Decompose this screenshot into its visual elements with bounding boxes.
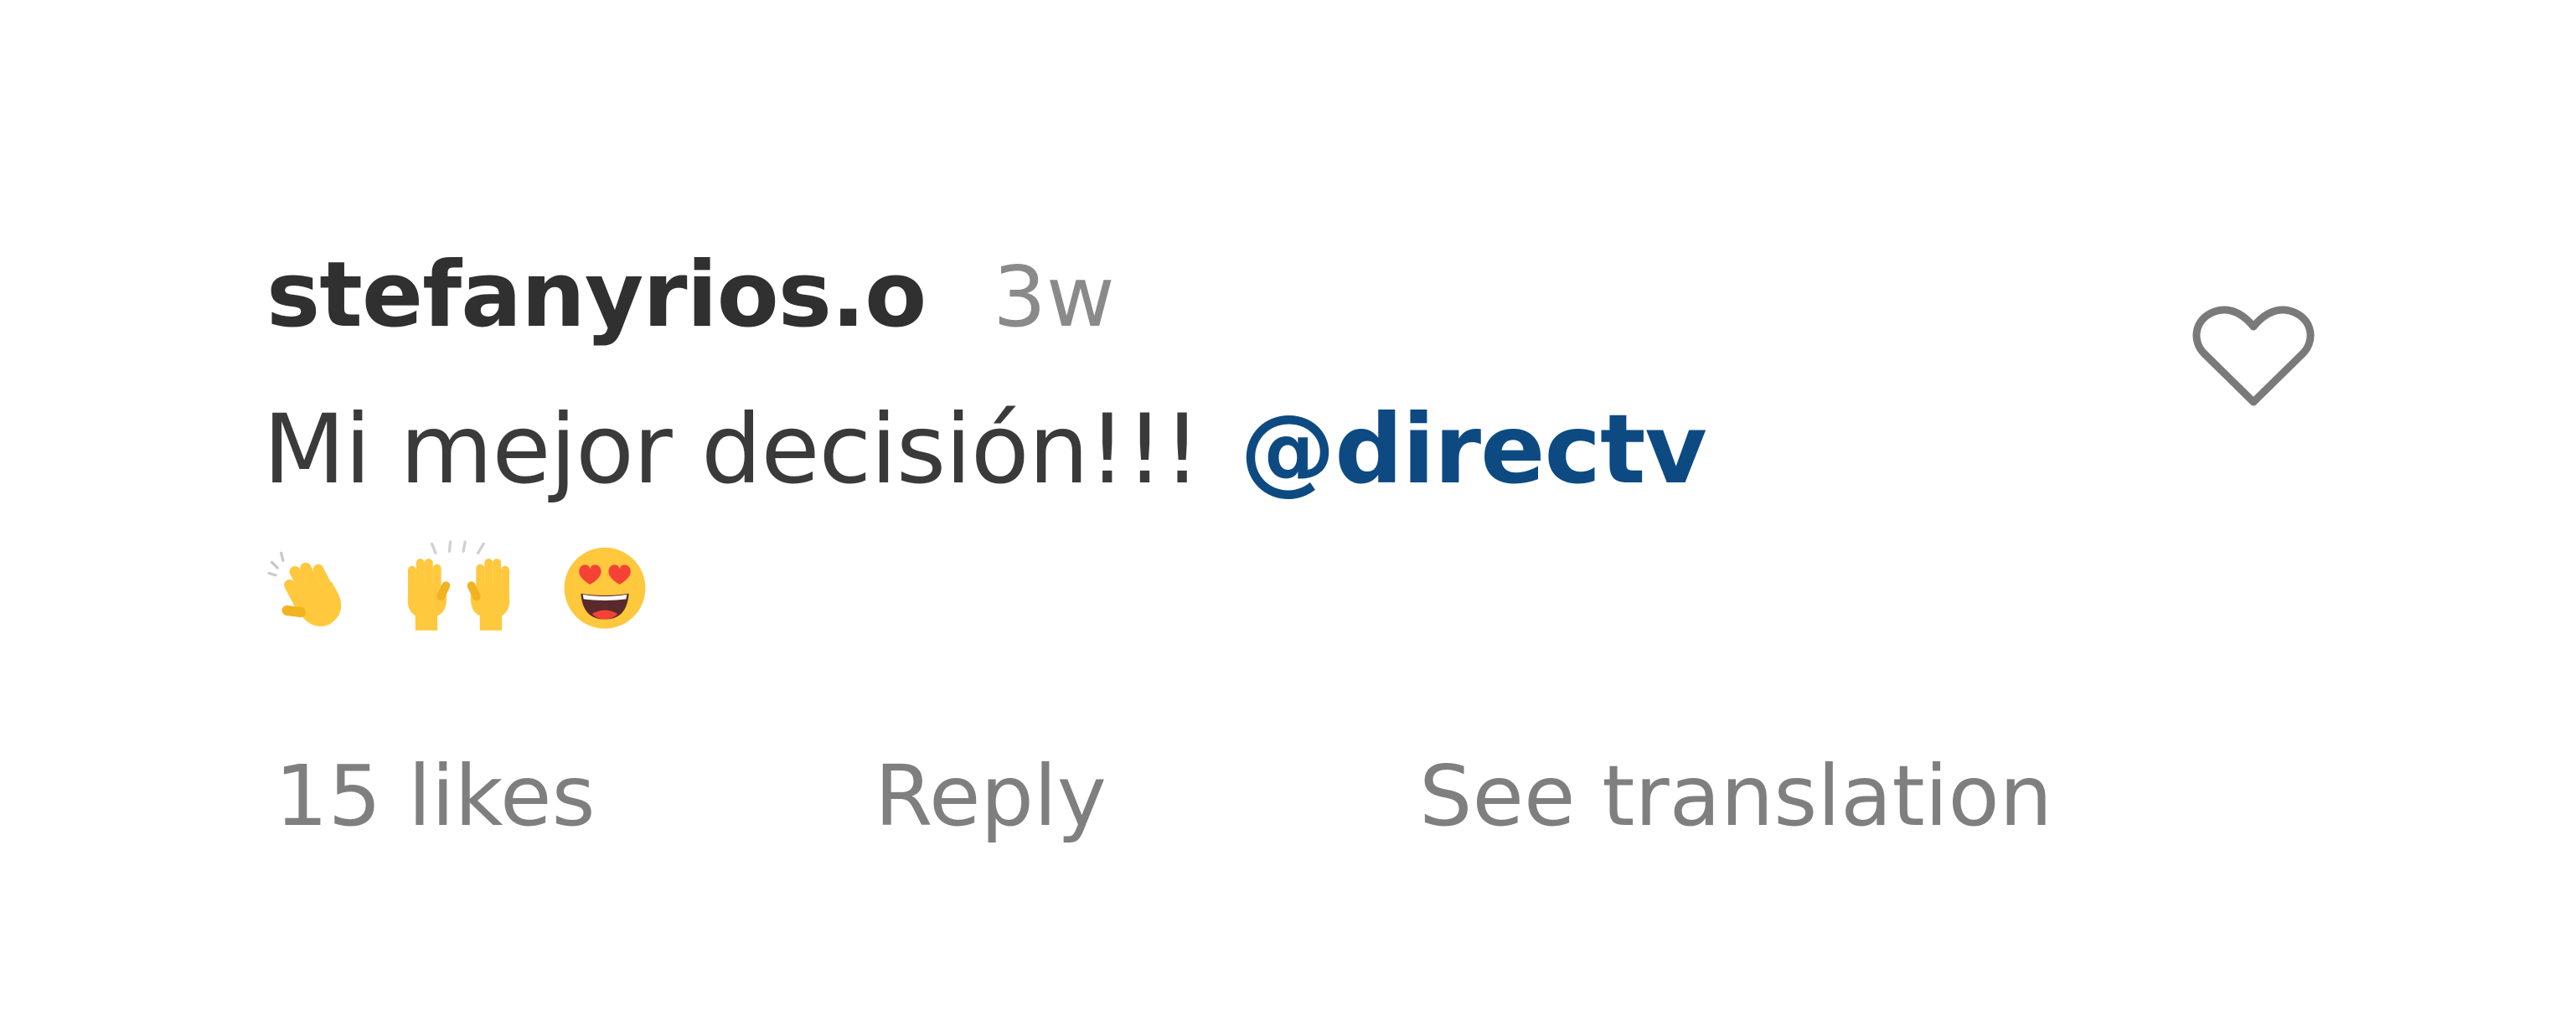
heart-eyes-face-icon xyxy=(564,547,646,629)
heart-outline-icon xyxy=(2192,306,2315,406)
likes-count[interactable]: 15 likes xyxy=(275,747,875,845)
comment: stefanyrios.o 3w Mi mejor decisión!!! @d… xyxy=(0,0,2576,1010)
reply-button[interactable]: Reply xyxy=(875,747,1419,845)
comment-text: Mi mejor decisión!!! @directv xyxy=(263,394,1707,505)
comment-actions: 15 likes Reply See translation xyxy=(275,741,2052,850)
username-link[interactable]: stefanyrios.o xyxy=(266,243,927,348)
like-button[interactable] xyxy=(2186,293,2320,419)
see-translation-button[interactable]: See translation xyxy=(1419,747,2052,845)
raising-hands-icon xyxy=(407,540,510,631)
waving-hand-icon xyxy=(267,551,342,626)
comment-body: Mi mejor decisión!!! xyxy=(263,394,1201,505)
mention-link[interactable]: @directv xyxy=(1240,394,1707,505)
comment-timestamp: 3w xyxy=(993,248,1115,346)
emoji-row xyxy=(266,532,651,641)
comment-header: stefanyrios.o 3w xyxy=(266,243,1115,360)
